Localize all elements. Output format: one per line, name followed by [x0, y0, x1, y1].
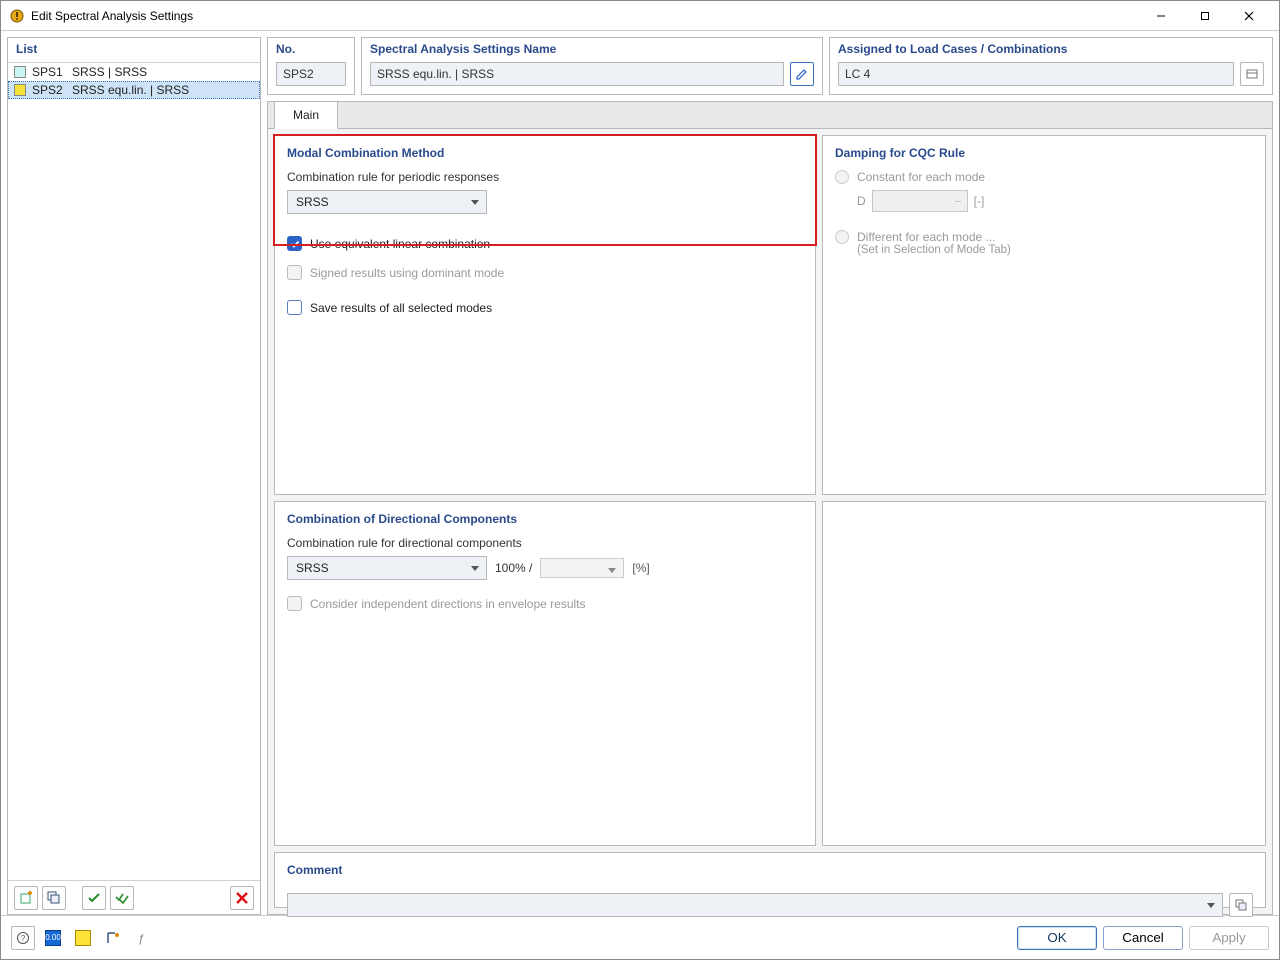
svg-text:ƒ: ƒ — [138, 933, 144, 945]
save-all-checkbox[interactable] — [287, 300, 302, 315]
use-elc-checkbox[interactable] — [287, 236, 302, 251]
check-select-button[interactable] — [82, 886, 106, 910]
damping-different-radio — [835, 230, 849, 244]
damping-d-row: D [-] — [857, 190, 1253, 212]
copy-item-button[interactable] — [42, 886, 66, 910]
list-body: SPS1 SRSS | SRSS SPS2 SRSS equ.lin. | SR… — [8, 63, 260, 880]
apply-button: Apply — [1189, 926, 1269, 950]
comment-combo[interactable] — [287, 893, 1223, 917]
no-header: No. — [268, 38, 354, 62]
dialog-window: Edit Spectral Analysis Settings List SPS… — [0, 0, 1280, 960]
consider-independent-checkbox — [287, 596, 302, 611]
modal-combination-card: Modal Combination Method Combination rul… — [274, 135, 816, 495]
list-panel: List SPS1 SRSS | SRSS SPS2 SRSS equ.lin.… — [7, 37, 261, 915]
structure-button[interactable] — [101, 926, 125, 950]
modal-combination-title: Modal Combination Method — [287, 146, 803, 160]
list-item-key: SPS1 — [32, 65, 66, 79]
damping-d-label: D — [857, 194, 866, 208]
ok-button[interactable]: OK — [1017, 926, 1097, 950]
svg-text:?: ? — [21, 934, 26, 943]
damping-title: Damping for CQC Rule — [835, 146, 1253, 160]
comment-library-button[interactable] — [1229, 893, 1253, 917]
consider-independent-label: Consider independent directions in envel… — [310, 597, 586, 611]
color-swatch-icon — [14, 84, 26, 96]
directional-card: Combination of Directional Components Co… — [274, 501, 816, 846]
delete-item-button[interactable] — [230, 886, 254, 910]
signed-results-label: Signed results using dominant mode — [310, 266, 504, 280]
damping-different-row: Different for each mode ... — [835, 230, 1253, 244]
use-elc-label: Use equivalent linear combination — [310, 237, 490, 251]
damping-card: Damping for CQC Rule Constant for each m… — [822, 135, 1266, 495]
list-item-key: SPS2 — [32, 83, 66, 97]
damping-constant-label: Constant for each mode — [857, 170, 985, 184]
name-input[interactable]: SRSS equ.lin. | SRSS — [370, 62, 784, 86]
close-button[interactable] — [1227, 2, 1271, 30]
minimize-button[interactable] — [1139, 2, 1183, 30]
list-header: List — [8, 38, 260, 63]
assigned-field-block: Assigned to Load Cases / Combinations LC… — [829, 37, 1273, 95]
name-field-block: Spectral Analysis Settings Name SRSS equ… — [361, 37, 823, 95]
list-toolbar — [8, 880, 260, 914]
window-title: Edit Spectral Analysis Settings — [31, 9, 193, 23]
maximize-button[interactable] — [1183, 2, 1227, 30]
periodic-rule-label: Combination rule for periodic responses — [287, 170, 803, 184]
signed-results-row: Signed results using dominant mode — [287, 265, 803, 280]
edit-name-button[interactable] — [790, 62, 814, 86]
list-item[interactable]: SPS2 SRSS equ.lin. | SRSS — [8, 81, 260, 99]
save-all-row: Save results of all selected modes — [287, 300, 803, 315]
assigned-header: Assigned to Load Cases / Combinations — [830, 38, 1272, 62]
damping-different-label: Different for each mode ... — [857, 230, 996, 244]
save-all-label: Save results of all selected modes — [310, 301, 492, 315]
assigned-input[interactable]: LC 4 — [838, 62, 1234, 86]
bottom-bar: ? 0.00 ƒ OK Cancel Apply — [1, 915, 1279, 959]
empty-card — [822, 501, 1266, 846]
list-item-label: SRSS equ.lin. | SRSS — [72, 83, 189, 97]
directional-title: Combination of Directional Components — [287, 512, 803, 526]
pct-label: 100% / — [495, 561, 532, 575]
damping-d-unit: [-] — [974, 194, 985, 208]
damping-d-spinner — [872, 190, 968, 212]
directional-rule-label: Combination rule for directional compone… — [287, 536, 803, 550]
tab-strip: Main — [267, 101, 1273, 129]
damping-constant-radio — [835, 170, 849, 184]
pct-combo — [540, 558, 624, 578]
app-icon — [9, 8, 25, 24]
list-item[interactable]: SPS1 SRSS | SRSS — [8, 63, 260, 81]
no-field-block: No. SPS2 — [267, 37, 355, 95]
help-button[interactable]: ? — [11, 926, 35, 950]
color-swatch-icon — [14, 66, 26, 78]
check-all-button[interactable] — [110, 886, 134, 910]
function-button[interactable]: ƒ — [131, 926, 155, 950]
comment-title: Comment — [287, 863, 1253, 877]
signed-results-checkbox — [287, 265, 302, 280]
tab-main[interactable]: Main — [274, 101, 338, 129]
units-button[interactable]: 0.00 — [41, 926, 65, 950]
comment-card: Comment — [274, 852, 1266, 908]
directional-rule-combo[interactable]: SRSS — [287, 556, 487, 580]
name-header: Spectral Analysis Settings Name — [362, 38, 822, 62]
consider-independent-row: Consider independent directions in envel… — [287, 596, 803, 611]
color-button[interactable] — [71, 926, 95, 950]
new-item-button[interactable] — [14, 886, 38, 910]
list-item-label: SRSS | SRSS — [72, 65, 147, 79]
titlebar: Edit Spectral Analysis Settings — [1, 1, 1279, 31]
pct-unit: [%] — [632, 561, 649, 575]
damping-constant-row: Constant for each mode — [835, 170, 1253, 184]
damping-different-sublabel: (Set in Selection of Mode Tab) — [857, 244, 1253, 256]
no-input[interactable]: SPS2 — [276, 62, 346, 86]
assigned-browse-button[interactable] — [1240, 62, 1264, 86]
periodic-rule-combo[interactable]: SRSS — [287, 190, 487, 214]
cancel-button[interactable]: Cancel — [1103, 926, 1183, 950]
use-elc-row: Use equivalent linear combination — [287, 236, 803, 251]
